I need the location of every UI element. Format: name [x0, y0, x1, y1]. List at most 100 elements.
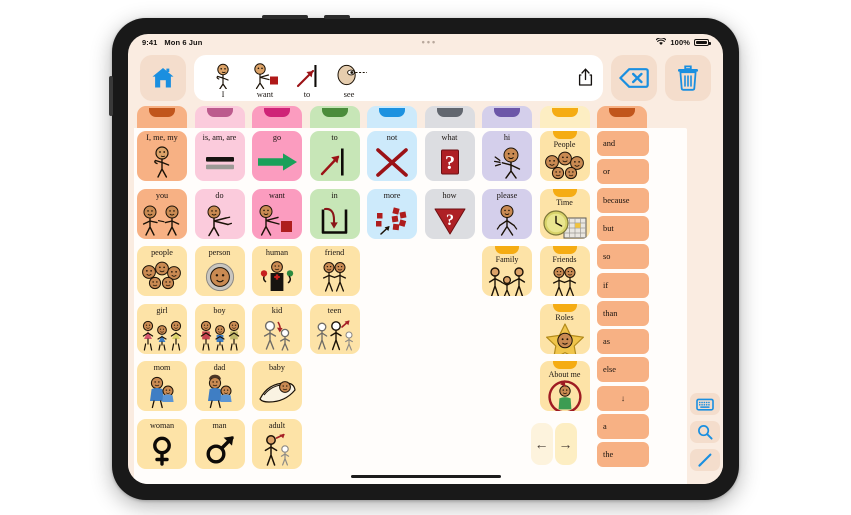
grid-cell-friend[interactable]: friend — [309, 246, 360, 296]
grid-cell-mom[interactable]: mom — [137, 361, 187, 411]
grid-cell-people[interactable]: people — [137, 246, 187, 296]
grid-cell-baby[interactable]: baby — [252, 361, 302, 411]
status-time: 9:41 — [142, 37, 158, 47]
grid-cell-not[interactable]: not — [367, 131, 417, 181]
tool-rail — [687, 106, 723, 484]
previous-page-button[interactable]: ← — [530, 422, 553, 465]
sentence-word[interactable]: to — [286, 58, 328, 99]
word-cell-if[interactable]: if — [597, 272, 649, 298]
backspace-button[interactable] — [611, 55, 657, 101]
grid-cell-go[interactable]: go — [252, 131, 302, 181]
conjunctions-tab[interactable] — [597, 106, 647, 128]
word-cell-the[interactable]: the — [597, 442, 649, 468]
grid-cell-do[interactable]: do — [194, 188, 245, 239]
folder-family[interactable]: Family — [482, 246, 532, 296]
edit-button[interactable] — [690, 449, 720, 471]
grid-cell-human[interactable]: human — [252, 246, 302, 296]
folder-time[interactable]: Time — [539, 188, 590, 239]
tablet-device-frame: 9:41 Mon 6 Jun ••• 100% I want to see I,… — [109, 15, 739, 500]
sentence-word-label: to — [303, 89, 311, 99]
folder-people[interactable]: People — [539, 131, 590, 181]
cell-label: girl — [156, 305, 168, 315]
grid-cell-how[interactable]: how ? — [424, 188, 475, 239]
tab-indicator — [264, 108, 290, 117]
cell-label: you — [155, 190, 169, 200]
keyboard-button[interactable] — [690, 393, 720, 415]
cell-label: kid — [271, 305, 283, 315]
communication-board: I, me, my is, am, are go to not what ? h… — [128, 106, 723, 484]
tab-indicator — [206, 108, 233, 117]
grid-cell-woman[interactable]: woman — [137, 418, 187, 469]
tab-indicator — [494, 108, 520, 117]
share-button[interactable] — [578, 68, 593, 86]
sentence-word[interactable]: see — [328, 58, 370, 99]
word-cell-because[interactable]: because — [597, 187, 649, 213]
grid-cell-person[interactable]: person — [194, 246, 245, 296]
word-cell-or[interactable]: or — [597, 159, 649, 185]
grid-cell-what[interactable]: what ? — [424, 131, 475, 181]
grid-cell-teen[interactable]: teen — [309, 303, 360, 354]
next-page-button[interactable]: → — [554, 422, 577, 465]
sentence-word-label: I — [221, 89, 225, 99]
grid-cell-man[interactable]: man — [194, 418, 245, 469]
grid-cell-i-me-my[interactable]: I, me, my — [137, 131, 187, 181]
svg-text:?: ? — [445, 152, 455, 174]
cell-label: people — [151, 248, 173, 257]
grid-cell-in[interactable]: in — [309, 188, 360, 239]
person-pointing-self-icon — [137, 143, 187, 181]
device-side-button[interactable] — [109, 76, 113, 116]
negation-tab[interactable] — [367, 106, 417, 128]
grid-cell-you[interactable]: you — [137, 188, 187, 239]
search-button[interactable] — [690, 421, 720, 443]
home-button[interactable] — [140, 55, 186, 101]
grid-cell-is-am-are[interactable]: is, am, are — [194, 131, 245, 181]
red-x-icon — [367, 143, 417, 181]
grid-cell-boy[interactable]: boy — [194, 303, 245, 354]
venus-symbol-icon — [137, 431, 187, 469]
folder-roles[interactable]: Roles — [539, 303, 590, 354]
verbs-tab[interactable] — [252, 106, 302, 128]
grid-cell-to[interactable]: to — [309, 131, 360, 181]
pronouns-tab[interactable] — [137, 106, 187, 128]
sentence-word[interactable]: want — [244, 58, 286, 99]
prepositions-tab[interactable] — [309, 106, 360, 128]
word-cell-scroll-down[interactable]: ↓ — [597, 385, 649, 411]
cell-label: please — [496, 190, 518, 200]
wifi-icon — [656, 38, 667, 46]
word-cell-as[interactable]: as — [597, 329, 649, 355]
grid-cell-girl[interactable]: girl — [137, 303, 187, 354]
grid-cell-more[interactable]: more — [367, 188, 417, 239]
grid-cell-please[interactable]: please — [482, 188, 532, 239]
social-tab[interactable] — [482, 106, 532, 128]
girl-figures-icon — [137, 316, 187, 354]
people-tab[interactable] — [539, 106, 590, 128]
folder-friends[interactable]: Friends — [539, 246, 590, 296]
grid-cell-want[interactable]: want — [252, 188, 302, 239]
verbs-be-tab[interactable] — [194, 106, 245, 128]
sentence-word[interactable]: I — [202, 58, 244, 99]
clear-sentence-button[interactable] — [665, 55, 711, 101]
sentence-bar[interactable]: I want to see — [194, 55, 603, 101]
word-cell-a[interactable]: a — [597, 414, 649, 439]
battery-percent: 100% — [670, 37, 690, 47]
word-cell-but[interactable]: but — [597, 215, 649, 241]
grid-cell-hi[interactable]: hi — [482, 131, 532, 181]
cell-label: boy — [213, 305, 226, 315]
person-reaching-red-square-icon — [252, 201, 302, 239]
grid-cell-adult[interactable]: adult — [252, 418, 302, 469]
questions-tab[interactable] — [424, 106, 475, 128]
grid-cell-dad[interactable]: dad — [194, 361, 245, 411]
top-toolbar: I want to see — [128, 50, 723, 106]
folder-about-me[interactable]: About me — [539, 361, 590, 411]
word-cell-so[interactable]: so — [597, 244, 649, 270]
word-cell-else[interactable]: else — [597, 357, 649, 383]
grid-cell-kid[interactable]: kid — [252, 303, 302, 354]
home-icon — [152, 68, 174, 88]
cell-label: more — [383, 190, 401, 200]
word-cell-and[interactable]: and — [597, 131, 649, 156]
red-arrow-to-line-icon — [287, 62, 327, 89]
keyboard-icon — [696, 398, 714, 411]
word-cell-than[interactable]: than — [597, 300, 649, 326]
multitask-handle[interactable]: ••• — [202, 37, 656, 46]
cell-label: hi — [503, 133, 511, 142]
